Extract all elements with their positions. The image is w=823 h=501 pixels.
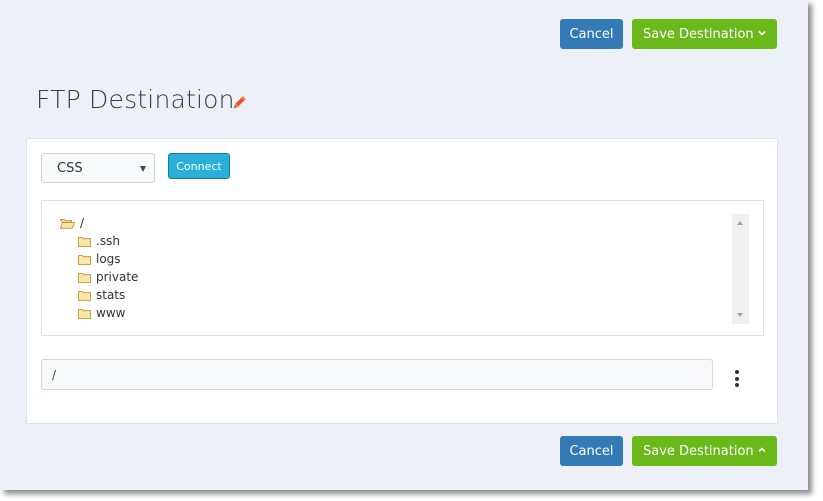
chevron-up-icon[interactable] — [756, 444, 768, 456]
more-options-icon[interactable] — [731, 370, 743, 392]
folder-icon — [78, 236, 91, 247]
save-destination-button-bottom[interactable]: Save Destination — [632, 436, 777, 466]
folder-tree: / .ssh logs private stats www — [41, 200, 764, 336]
connect-label: Connect — [176, 159, 222, 173]
cancel-label: Cancel — [569, 26, 614, 42]
tree-root-label: / — [80, 216, 85, 230]
path-input[interactable] — [41, 359, 713, 390]
tree-item[interactable]: .ssh — [78, 232, 120, 250]
profile-select-value: CSS — [57, 160, 83, 176]
save-label: Save Destination — [643, 443, 754, 459]
chevron-down-icon[interactable] — [756, 27, 768, 39]
save-destination-button-top[interactable]: Save Destination — [632, 19, 777, 49]
tree-item-label: stats — [96, 288, 126, 302]
tree-root[interactable]: / — [60, 214, 84, 232]
pencil-icon[interactable] — [231, 95, 247, 111]
page-title: FTP Destination — [36, 85, 235, 114]
profile-select[interactable]: CSS — [41, 153, 155, 183]
scroll-down-arrow-icon[interactable] — [737, 313, 743, 317]
tree-item[interactable]: logs — [78, 250, 121, 268]
tree-scrollbar[interactable] — [732, 214, 749, 324]
tree-item[interactable]: www — [78, 304, 125, 322]
tree-item[interactable]: stats — [78, 286, 125, 304]
folder-icon — [78, 290, 91, 301]
folder-open-icon — [60, 218, 75, 229]
tree-item-label: private — [96, 270, 139, 284]
page-background: Cancel Save Destination FTP Destination … — [0, 0, 808, 490]
connect-button[interactable]: Connect — [168, 153, 230, 179]
cancel-button-bottom[interactable]: Cancel — [560, 436, 623, 466]
folder-icon — [78, 272, 91, 283]
destination-panel: CSS Connect / .ssh logs private stats ww… — [26, 138, 778, 424]
tree-item-label: .ssh — [96, 234, 120, 248]
cancel-label: Cancel — [569, 443, 614, 459]
dropdown-arrow-icon — [140, 166, 146, 172]
folder-icon — [78, 308, 91, 319]
save-label: Save Destination — [643, 26, 754, 42]
cancel-button-top[interactable]: Cancel — [560, 19, 623, 49]
tree-item-label: www — [96, 306, 126, 320]
tree-item-label: logs — [96, 252, 121, 266]
tree-item[interactable]: private — [78, 268, 138, 286]
folder-icon — [78, 254, 91, 265]
scroll-up-arrow-icon[interactable] — [737, 221, 743, 225]
